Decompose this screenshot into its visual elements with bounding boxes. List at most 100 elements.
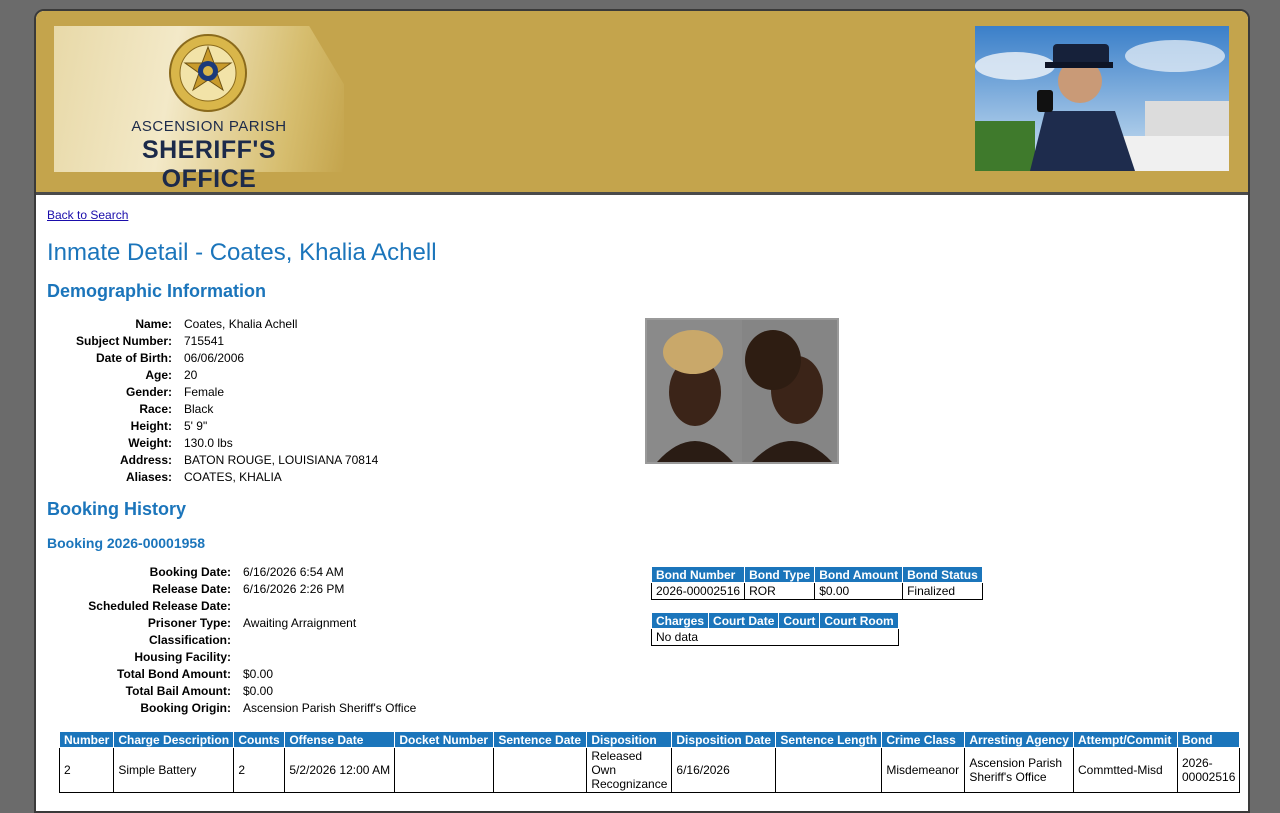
officer-photo [975,26,1229,171]
table-cell: Commtted-Misd [1072,747,1178,793]
field-label: Release Date: [152,582,231,596]
court-table: Charges Court Date Court Court Room No data [650,612,899,646]
back-to-search-link[interactable]: Back to Search [47,208,128,222]
column-header: Court [778,612,821,629]
field-row: Total Bail Amount: $0.00 [47,683,416,700]
page-title: Inmate Detail - Coates, Khalia Achell [47,239,437,266]
header-banner: ASCENSION PARISH SHERIFF'S OFFICE [36,11,1248,195]
field-value: BATON ROUGE, LOUISIANA 70814 [184,453,379,467]
field-label: Race: [139,402,172,416]
field-value: Female [184,385,225,399]
column-header: Court Room [819,612,899,629]
field-label: Classification: [148,633,231,647]
table-cell: Ascension Parish Sheriff's Office [964,747,1074,793]
column-header: Offense Date [284,731,396,748]
org-name-line2: SHERIFF'S OFFICE [141,136,277,193]
field-label: Aliases: [125,470,172,484]
field-row: Gender: Female [47,384,378,401]
field-row: Aliases: COATES, KHALIA [47,469,378,486]
field-label: Prisoner Type: [147,616,231,630]
sheriff-star-seal-icon [169,34,247,112]
field-row: Booking Origin: Ascension Parish Sheriff'… [47,700,416,717]
column-header: Sentence Length [775,731,883,748]
field-value: 715541 [184,334,225,348]
column-header: Crime Class [881,731,966,748]
page-frame: ASCENSION PARISH SHERIFF'S OFFICE Back t… [34,9,1250,813]
column-header: Sentence Date [493,731,588,748]
field-label: Scheduled Release Date: [88,599,231,613]
column-header: Charges [650,612,710,629]
table-cell: Simple Battery [113,747,235,793]
charge-table: Number Charge Description Counts Offense Da… [58,731,1241,793]
field-row: Booking Date: 6/16/2026 6:54 AM [47,564,416,581]
column-header: Bond Amount [814,566,904,583]
field-row: Scheduled Release Date: [47,598,416,615]
field-row: Weight: 130.0 lbs [47,435,378,452]
bond-table: Bond Number Bond Type Bond Amount Bond Stat… [650,566,983,600]
field-value: 06/06/2006 [184,351,245,365]
column-header: Disposition [586,731,673,748]
field-value: 20 [184,368,198,382]
field-label: Height: [130,419,172,433]
table-cell [775,747,883,793]
field-label: Total Bail Amount: [125,684,231,698]
field-value: Black [184,402,214,416]
field-row: Housing Facility: [47,649,416,666]
org-name-line1: ASCENSION PARISH [131,118,287,135]
field-label: Date of Birth: [96,351,172,365]
column-header: Attempt/Commit [1072,731,1178,748]
field-label: Age: [145,368,172,382]
column-header: Disposition Date [671,731,777,748]
table-cell: 2 [58,747,115,793]
field-row: Name: Coates, Khalia Achell [47,316,378,333]
field-row: Date of Birth: 06/06/2006 [47,350,378,367]
field-value: COATES, KHALIA [184,470,282,484]
field-label: Address: [119,453,172,467]
field-value: Ascension Parish Sheriff's Office [243,701,417,715]
column-header: Charge Description [113,731,235,748]
mugshot-image [645,318,839,464]
field-value: $0.00 [243,667,274,681]
field-value: 6/16/2026 2:26 PM [243,582,345,596]
table-row: 2026-00002516 ROR $0.00 Finalized [650,582,983,600]
field-label: Subject Number: [75,334,172,348]
table-cell: Finalized [902,582,983,600]
table-cell: 6/16/2026 [671,747,777,793]
field-value: Awaiting Arraignment [243,616,357,630]
column-header: Counts [233,731,286,748]
table-cell: 2 [233,747,286,793]
demographic-heading: Demographic Information [47,281,267,301]
field-value: 6/16/2026 6:54 AM [243,565,344,579]
booking-history-heading: Booking History [47,499,187,519]
column-header: Docket Number [394,731,495,748]
field-row: Total Bond Amount: $0.00 [47,666,416,683]
field-row: Prisoner Type: Awaiting Arraignment [47,615,416,632]
field-row: Race: Black [47,401,378,418]
field-label: Name: [135,317,172,331]
demographic-fields: Name: Coates, Khalia Achell Subject Number… [47,316,378,486]
field-value: Coates, Khalia Achell [184,317,298,331]
field-value: 5' 9" [184,419,208,433]
booking-heading: Booking 2026-00001958 [47,535,205,551]
table-cell: Misdemeanor [881,747,966,793]
table-cell: 2026-00002516 [1176,747,1241,793]
field-label: Housing Facility: [134,650,231,664]
column-header: Arresting Agency [964,731,1074,748]
column-header: Bond Status [902,566,983,583]
field-row: Classification: [47,632,416,649]
table-row: 2 Simple Battery 2 5/2/2026 12:00 AM Release… [58,747,1241,793]
table-cell: Released Own Recognizance [586,747,673,793]
field-row: Release Date: 6/16/2026 2:26 PM [47,581,416,598]
field-row: Age: 20 [47,367,378,384]
field-row: Subject Number: 715541 [47,333,378,350]
field-label: Weight: [128,436,172,450]
court-empty-cell: No data [651,628,899,646]
table-cell: ROR [744,582,816,600]
table-cell: $0.00 [814,582,904,600]
mugshot-photo [647,320,837,462]
field-label: Total Bond Amount: [117,667,231,681]
field-value: $0.00 [243,684,274,698]
field-label: Booking Origin: [140,701,231,715]
table-cell [493,747,588,793]
table-cell: 2026-00002516 [650,582,746,600]
